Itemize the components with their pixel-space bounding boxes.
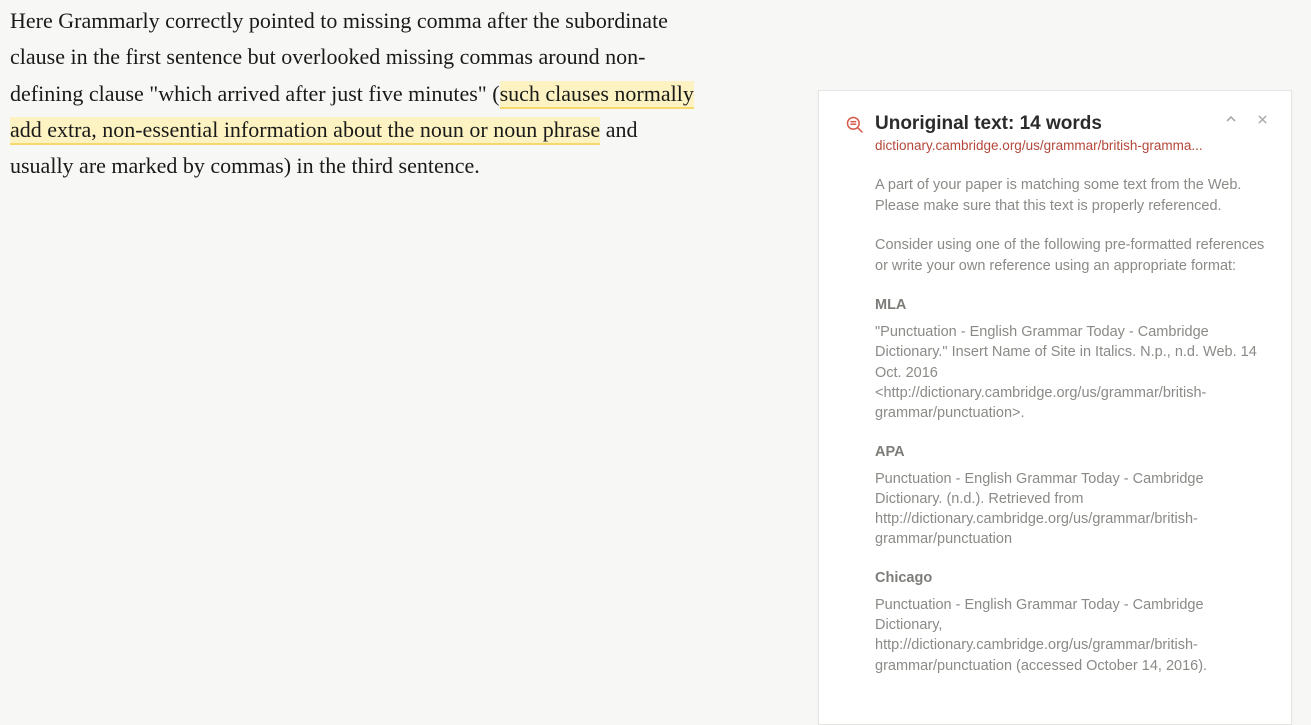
plagiarism-card: Unoriginal text: 14 words dictionary.cam… xyxy=(818,90,1292,725)
close-button[interactable] xyxy=(1255,111,1269,129)
card-source-link[interactable]: dictionary.cambridge.org/us/grammar/brit… xyxy=(875,138,1265,153)
intro-paragraph-2: Consider using one of the following pre-… xyxy=(875,235,1265,277)
main-text-block: Here Grammarly correctly pointed to miss… xyxy=(10,3,700,184)
card-body: A part of your paper is matching some te… xyxy=(875,175,1265,676)
mla-label: MLA xyxy=(875,295,1265,316)
collapse-button[interactable] xyxy=(1223,111,1237,129)
card-controls xyxy=(1223,111,1269,129)
card-title-block: Unoriginal text: 14 words dictionary.cam… xyxy=(875,113,1265,153)
apa-label: APA xyxy=(875,442,1265,463)
mla-reference: "Punctuation - English Grammar Today - C… xyxy=(875,322,1265,423)
chicago-label: Chicago xyxy=(875,568,1265,589)
magnifier-icon xyxy=(845,115,865,135)
card-title: Unoriginal text: 14 words xyxy=(875,113,1265,135)
chevron-up-icon xyxy=(1225,113,1235,123)
apa-reference: Punctuation - English Grammar Today - Ca… xyxy=(875,469,1265,550)
close-icon xyxy=(1257,114,1267,124)
chicago-reference: Punctuation - English Grammar Today - Ca… xyxy=(875,595,1265,676)
intro-paragraph-1: A part of your paper is matching some te… xyxy=(875,175,1265,217)
card-header: Unoriginal text: 14 words dictionary.cam… xyxy=(845,113,1265,153)
